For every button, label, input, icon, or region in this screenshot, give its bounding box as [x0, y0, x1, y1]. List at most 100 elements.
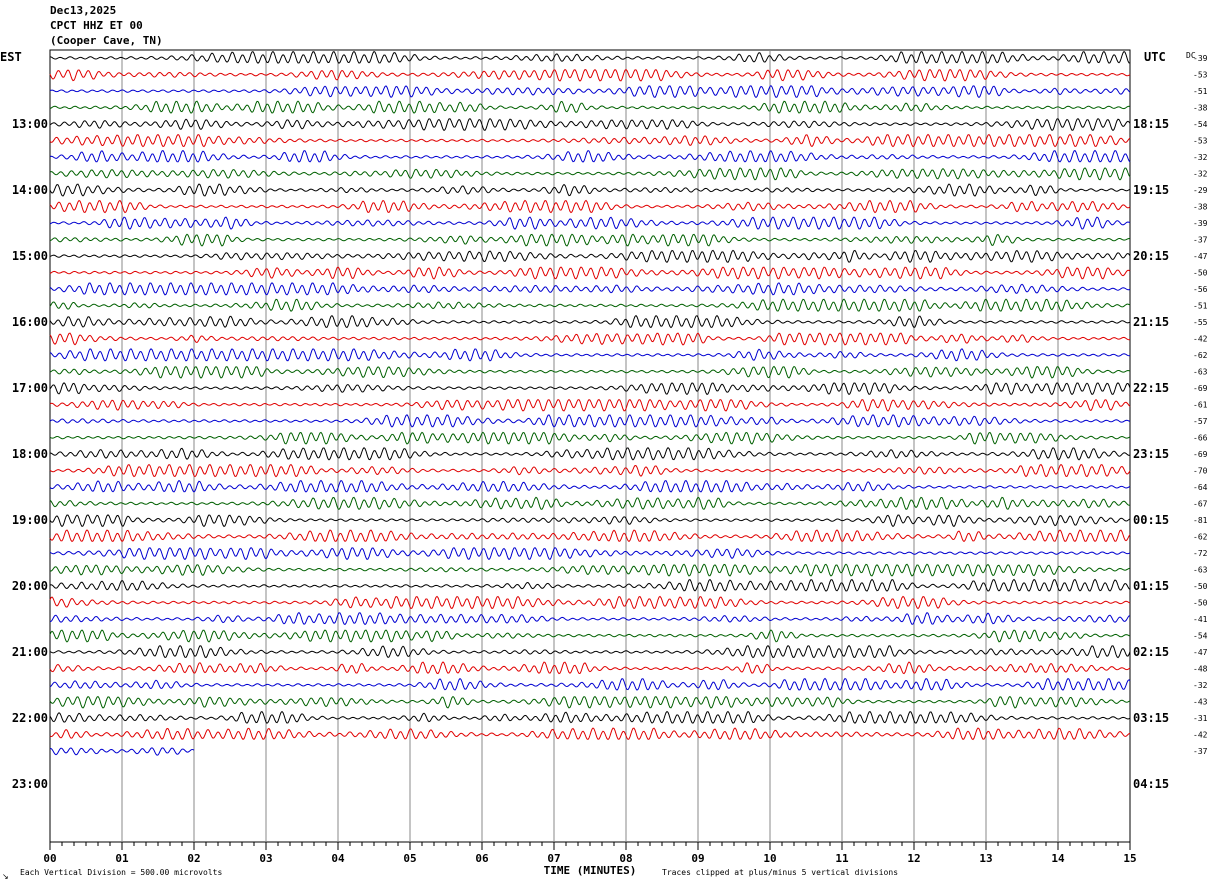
seismic-trace-row [49, 661, 1131, 675]
est-hour-label: 14:00 [12, 183, 48, 197]
seismic-trace-row [49, 546, 1131, 561]
seismic-trace-row [49, 298, 1131, 312]
dc-offset-label: -41 [1193, 615, 1208, 624]
dc-offset-label: -53 [1193, 71, 1208, 80]
dc-offset-label: -63 [1193, 368, 1208, 377]
dc-offset-label: -70 [1193, 467, 1208, 476]
seismic-trace-row [49, 348, 1131, 362]
dc-offset-label: -63 [1193, 566, 1208, 575]
utc-hour-label: 19:15 [1133, 183, 1169, 197]
seismic-trace-row [49, 496, 1131, 511]
x-tick-label: 15 [1123, 852, 1136, 865]
dc-offset-label: -32 [1193, 153, 1208, 162]
seismic-trace-row [49, 563, 1131, 577]
dc-offset-label: -47 [1193, 252, 1208, 261]
x-tick-label: 04 [331, 852, 345, 865]
dc-offset-label: -48 [1193, 665, 1208, 674]
dc-offset-label: -32 [1193, 681, 1208, 690]
x-tick-label: 10 [763, 852, 776, 865]
seismic-trace-row [49, 282, 1131, 296]
x-tick-label: 00 [43, 852, 56, 865]
est-hour-label: 16:00 [12, 315, 48, 329]
seismic-trace-row [49, 463, 1131, 478]
dc-offset-label: -69 [1193, 384, 1208, 393]
est-hour-label: 18:00 [12, 447, 48, 461]
dc-offset-label: -47 [1193, 648, 1208, 657]
seismic-trace-row [49, 50, 1131, 64]
dc-offset-label: -62 [1193, 351, 1208, 360]
est-hour-label: 17:00 [12, 381, 48, 395]
dc-offset-label: -50 [1193, 599, 1208, 608]
dc-offset-label: -55 [1193, 318, 1208, 327]
seismic-trace-row [49, 398, 1131, 412]
seismic-trace-row [49, 133, 1131, 148]
seismic-trace-row [49, 85, 1131, 99]
seismic-trace-row [49, 100, 1131, 114]
seismic-trace-row [49, 216, 1131, 230]
dc-offset-label: -62 [1193, 533, 1208, 542]
seismic-trace-row [49, 149, 1131, 163]
est-hour-label: 19:00 [12, 513, 48, 527]
x-tick-label: 09 [691, 852, 704, 865]
seismic-trace-row [49, 514, 1131, 528]
est-zone-label: EST [0, 50, 22, 64]
logo-mark: ↘ [2, 872, 9, 881]
seismic-trace-row [49, 183, 1131, 197]
est-hour-label: 22:00 [12, 711, 48, 725]
dc-offset-label: -61 [1193, 401, 1208, 410]
x-tick-label: 03 [259, 852, 272, 865]
utc-zone-label: UTC [1144, 50, 1166, 64]
dc-offset-label: -29 [1193, 186, 1208, 195]
seismic-trace-row [49, 431, 1131, 445]
dc-offset-label: -39 [1193, 54, 1208, 63]
x-tick-label: 02 [187, 852, 200, 865]
x-tick-label: 11 [835, 852, 849, 865]
dc-offset-label: -42 [1193, 335, 1208, 344]
seismic-trace-row [49, 314, 1131, 329]
x-tick-label: 13 [979, 852, 992, 865]
est-hour-label: 21:00 [12, 645, 48, 659]
seismic-trace-row [49, 695, 1131, 709]
utc-hour-label: 21:15 [1133, 315, 1169, 329]
utc-hour-label: 23:15 [1133, 447, 1169, 461]
est-hour-label: 15:00 [12, 249, 48, 263]
dc-offset-label: -67 [1193, 500, 1208, 509]
seismic-trace-row [49, 710, 1131, 724]
dc-offset-label: -66 [1193, 434, 1208, 443]
est-hour-label: 20:00 [12, 579, 48, 593]
est-hour-label: 23:00 [12, 777, 48, 791]
clip-note: Traces clipped at plus/minus 5 vertical … [662, 868, 898, 877]
seismic-trace-row [49, 365, 1131, 379]
dc-offset-label: -54 [1193, 120, 1208, 129]
utc-hour-label: 00:15 [1133, 513, 1169, 527]
utc-hour-label: 03:15 [1133, 711, 1169, 725]
utc-hour-label: 02:15 [1133, 645, 1169, 659]
utc-hour-label: 18:15 [1133, 117, 1169, 131]
seismic-trace-row [49, 611, 1131, 626]
seismic-trace-row [49, 578, 1131, 592]
dc-offset-label: -53 [1193, 137, 1208, 146]
dc-offset-label: -72 [1193, 549, 1208, 558]
utc-hour-label: 01:15 [1133, 579, 1169, 593]
helicorder-plot: 00 01 02 03 04 05 06 07 08 09 10 11 12 13 14 1513:0014:… [0, 49, 1208, 881]
dc-offset-label: -51 [1193, 87, 1208, 96]
dc-offset-label: -37 [1193, 747, 1208, 756]
plot-frame [49, 49, 1131, 843]
seismic-trace-row [49, 727, 1131, 741]
dc-offset-label: -81 [1193, 516, 1208, 525]
dc-offset-label: -51 [1193, 302, 1208, 311]
seismic-trace-row [49, 447, 1131, 461]
est-hour-label: 13:00 [12, 117, 48, 131]
seismic-trace-row [49, 332, 1131, 346]
seismic-trace-row [49, 68, 1131, 82]
x-tick-label: 05 [403, 852, 416, 865]
dc-offset-label: -50 [1193, 582, 1208, 591]
seismic-trace-row [49, 233, 1131, 247]
dc-offset-label: -43 [1193, 698, 1208, 707]
seismic-trace-row [49, 266, 1131, 280]
seismic-trace-row [49, 677, 1131, 691]
x-axis-title: TIME (MINUTES) [544, 864, 637, 877]
x-tick-label: 06 [475, 852, 489, 865]
utc-hour-label: 04:15 [1133, 777, 1169, 791]
dc-offset-label: -56 [1193, 285, 1208, 294]
